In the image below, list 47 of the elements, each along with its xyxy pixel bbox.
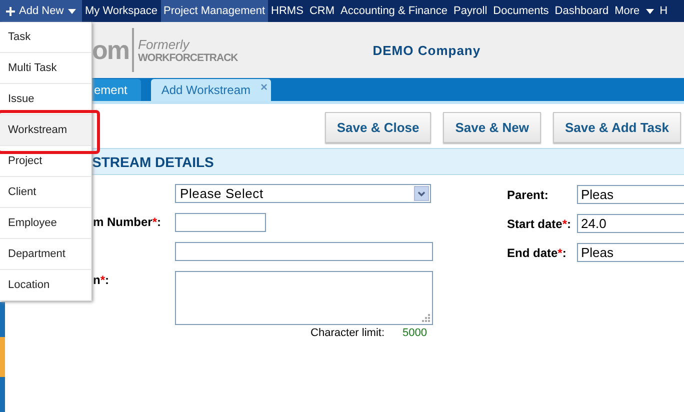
field-label: n*:: [93, 272, 110, 289]
save-button[interactable]: Save & Add Task: [552, 112, 681, 143]
menu-item[interactable]: Client: [0, 177, 91, 208]
logo-text: om: [92, 37, 129, 63]
input-field[interactable]: Pleas: [577, 243, 684, 262]
resize-grip-icon[interactable]: [421, 313, 430, 322]
select-field[interactable]: Please Select: [175, 184, 431, 203]
company-name: DEMO Company: [372, 42, 481, 58]
nav-item[interactable]: Payroll: [450, 0, 490, 22]
nav-item[interactable]: CRM: [306, 0, 338, 22]
input-field[interactable]: Pleas: [577, 185, 684, 204]
field-label: m Number*:: [93, 214, 162, 231]
save-button[interactable]: Save & Close: [324, 112, 432, 143]
nav-item[interactable]: Accounting & Finance: [338, 0, 451, 22]
nav-item[interactable]: Documents: [490, 0, 552, 22]
save-button[interactable]: Save & New: [443, 112, 541, 143]
sidebar-strip[interactable]: [0, 302, 5, 412]
menu-item[interactable]: Location: [0, 270, 91, 301]
former-name-text: WORKFORCETRACK: [138, 52, 238, 64]
field-label: End date*:: [506, 246, 568, 260]
add-new-button[interactable]: Add New: [0, 0, 82, 22]
formerly-text: Formerly: [138, 36, 191, 52]
character-limit-label: Character limit:: [310, 327, 385, 339]
nav-item[interactable]: H: [656, 0, 671, 22]
input-field[interactable]: [175, 213, 266, 232]
section-title: STREAM DETAILS: [92, 154, 214, 170]
nav-item[interactable]: More: [612, 0, 657, 22]
nav-item[interactable]: HRMS: [268, 0, 306, 22]
character-limit-value: 5000: [402, 327, 427, 339]
menu-item[interactable]: Department: [0, 239, 91, 270]
tab[interactable]: Add Workstream ×: [151, 79, 270, 101]
field-label: Parent:: [506, 188, 550, 202]
field-label: Start date*:: [506, 216, 572, 230]
plus-icon: [6, 7, 15, 16]
nav-item[interactable]: Project Management: [160, 0, 268, 22]
input-field[interactable]: [175, 242, 433, 261]
caret-icon: [68, 8, 76, 14]
nav-item[interactable]: Dashboard: [552, 0, 612, 22]
menu-item[interactable]: Task: [0, 22, 91, 53]
menu-item[interactable]: Workstream: [0, 115, 91, 146]
menu-item[interactable]: Project: [0, 146, 91, 177]
nav-item[interactable]: My Workspace: [82, 0, 161, 22]
menu-item[interactable]: Multi Task: [0, 53, 91, 84]
menu-item[interactable]: Employee: [0, 208, 91, 239]
menu-item[interactable]: Issue: [0, 84, 91, 115]
text-area[interactable]: [175, 271, 433, 325]
input-field[interactable]: 24.0: [577, 214, 684, 233]
